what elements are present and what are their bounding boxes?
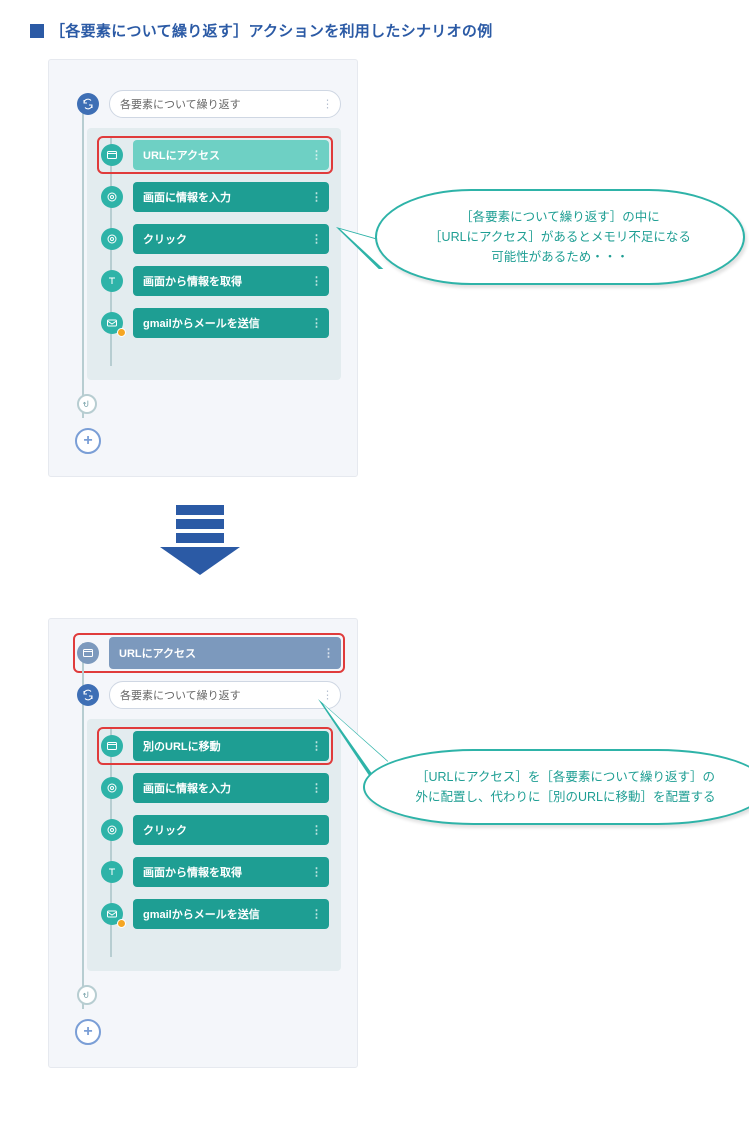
- text-icon[interactable]: [101, 861, 123, 883]
- callout-after: ［URLにアクセス］を［各要素について繰り返す］の 外に配置し、代わりに［別のU…: [363, 749, 749, 825]
- target-icon[interactable]: [101, 819, 123, 841]
- callout-text: ［各要素について繰り返す］の中に ［URLにアクセス］があるとメモリ不足になる …: [429, 210, 691, 264]
- callout-before: ［各要素について繰り返す］の中に ［URLにアクセス］があるとメモリ不足になる …: [375, 189, 745, 285]
- text-icon[interactable]: [101, 270, 123, 292]
- heading-bullet-icon: [30, 24, 44, 38]
- action-bar[interactable]: 別のURLに移動⋮: [133, 731, 329, 761]
- action-bar[interactable]: 画面から情報を取得 ⋮: [133, 857, 329, 887]
- kebab-icon[interactable]: ⋮: [311, 275, 321, 288]
- action-label: 別のURLに移動: [143, 738, 221, 754]
- action-bar[interactable]: 画面に情報を入力⋮: [133, 773, 329, 803]
- action-list: 別のURLに移動⋮画面に情報を入力⋮クリック⋮画面から情報を取得⋮gmailから…: [99, 731, 329, 929]
- action-bar[interactable]: gmailからメールを送信 ⋮: [133, 308, 329, 338]
- add-step-button[interactable]: +: [75, 1019, 101, 1045]
- flow-line: [82, 98, 84, 418]
- loop-label-pill[interactable]: 各要素について繰り返す ⋮: [109, 681, 341, 709]
- loop-end: [77, 394, 341, 414]
- heading-text: ［各要素について繰り返す］アクションを利用したシナリオの例: [50, 23, 493, 40]
- action-label: クリック: [143, 231, 187, 247]
- return-icon[interactable]: [77, 394, 97, 414]
- action-list: URLにアクセス⋮画面に情報を入力⋮クリック⋮画面から情報を取得⋮gmailから…: [99, 140, 329, 338]
- kebab-icon[interactable]: ⋮: [311, 824, 321, 837]
- kebab-icon[interactable]: ⋮: [311, 233, 321, 246]
- target-icon[interactable]: [101, 186, 123, 208]
- transform-arrow-icon: [160, 505, 240, 575]
- action-row: 画面から情報を取得 ⋮: [101, 266, 329, 296]
- loop-end: [77, 985, 341, 1005]
- loop-icon[interactable]: [77, 684, 99, 706]
- warning-badge-icon: [117, 328, 126, 337]
- kebab-icon[interactable]: ⋮: [311, 866, 321, 879]
- action-row: gmailからメールを送信 ⋮: [101, 899, 329, 929]
- action-row: クリック ⋮: [101, 224, 329, 254]
- callout-text: ［URLにアクセス］を［各要素について繰り返す］の 外に配置し、代わりに［別のU…: [415, 770, 715, 804]
- action-label: URLにアクセス: [119, 645, 196, 661]
- action-label: 画面から情報を取得: [143, 273, 242, 289]
- add-step-button[interactable]: +: [75, 428, 101, 454]
- action-bar[interactable]: URLにアクセス ⋮: [109, 637, 341, 669]
- top-action-row: URLにアクセス ⋮: [77, 637, 341, 669]
- action-bar[interactable]: 画面に情報を入力 ⋮: [133, 182, 329, 212]
- warning-badge-icon: [117, 919, 126, 928]
- kebab-icon[interactable]: ⋮: [311, 191, 321, 204]
- kebab-icon[interactable]: ⋮: [311, 908, 321, 921]
- browser-icon[interactable]: [77, 642, 99, 664]
- kebab-icon[interactable]: ⋮: [322, 98, 332, 111]
- action-bar[interactable]: gmailからメールを送信 ⋮: [133, 899, 329, 929]
- action-label: 画面に情報を入力: [143, 780, 231, 796]
- action-row: 画面に情報を入力 ⋮: [101, 182, 329, 212]
- loop-header-row: 各要素について繰り返す ⋮: [77, 90, 341, 118]
- kebab-icon[interactable]: ⋮: [311, 317, 321, 330]
- action-row: 別のURLに移動⋮: [101, 731, 329, 761]
- action-row: gmailからメールを送信 ⋮: [101, 308, 329, 338]
- action-label: URLにアクセス: [143, 147, 220, 163]
- kebab-icon[interactable]: ⋮: [323, 647, 333, 660]
- browser-icon[interactable]: [101, 735, 123, 757]
- mail-icon[interactable]: [101, 903, 123, 925]
- action-label: クリック: [143, 822, 187, 838]
- action-row: クリック ⋮: [101, 815, 329, 845]
- loop-icon[interactable]: [77, 93, 99, 115]
- browser-icon[interactable]: [101, 144, 123, 166]
- mail-icon[interactable]: [101, 312, 123, 334]
- action-row: 画面から情報を取得 ⋮: [101, 857, 329, 887]
- action-label: gmailからメールを送信: [143, 906, 260, 922]
- action-label: 画面に情報を入力: [143, 189, 231, 205]
- action-bar[interactable]: クリック ⋮: [133, 815, 329, 845]
- scenario-panel-after: URLにアクセス ⋮ 各要素について繰り返す ⋮ 別のURLに移動⋮画面に情報を…: [48, 618, 358, 1068]
- loop-label-pill[interactable]: 各要素について繰り返す ⋮: [109, 90, 341, 118]
- target-icon[interactable]: [101, 777, 123, 799]
- action-row: 画面に情報を入力⋮: [101, 773, 329, 803]
- action-label: 画面から情報を取得: [143, 864, 242, 880]
- action-bar[interactable]: 画面から情報を取得 ⋮: [133, 266, 329, 296]
- loop-body: URLにアクセス⋮画面に情報を入力⋮クリック⋮画面から情報を取得⋮gmailから…: [87, 128, 341, 380]
- action-label: gmailからメールを送信: [143, 315, 260, 331]
- kebab-icon[interactable]: ⋮: [311, 149, 321, 162]
- return-icon[interactable]: [77, 985, 97, 1005]
- scenario-panel-before: 各要素について繰り返す ⋮ URLにアクセス⋮画面に情報を入力⋮クリック⋮画面か…: [48, 59, 358, 477]
- action-row: URLにアクセス ⋮: [101, 140, 329, 170]
- loop-body: 別のURLに移動⋮画面に情報を入力⋮クリック⋮画面から情報を取得⋮gmailから…: [87, 719, 341, 971]
- loop-label: 各要素について繰り返す: [120, 687, 241, 703]
- action-bar[interactable]: URLにアクセス ⋮: [133, 140, 329, 170]
- action-bar[interactable]: クリック ⋮: [133, 224, 329, 254]
- target-icon[interactable]: [101, 228, 123, 250]
- section-heading: ［各要素について繰り返す］アクションを利用したシナリオの例: [30, 20, 719, 41]
- loop-header-row: 各要素について繰り返す ⋮: [77, 681, 341, 709]
- loop-label: 各要素について繰り返す: [120, 96, 241, 112]
